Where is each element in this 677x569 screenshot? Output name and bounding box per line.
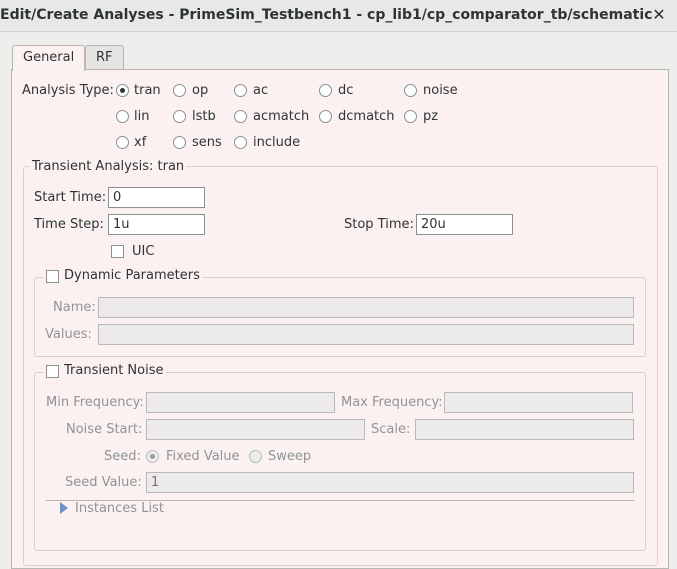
analysis-type-label: Analysis Type: xyxy=(22,83,114,98)
title-bar: Edit/Create Analyses - PrimeSim_Testbenc… xyxy=(0,0,677,32)
stop-time-label: Stop Time: xyxy=(344,217,414,232)
min-frequency-label: Min Frequency: xyxy=(46,395,144,410)
time-step-label: Time Step: xyxy=(34,217,104,232)
stop-time-input[interactable] xyxy=(416,214,513,235)
start-time-input[interactable] xyxy=(108,187,205,208)
radio-noise[interactable] xyxy=(404,84,417,97)
tab-general[interactable]: General xyxy=(12,45,86,71)
radio-sens[interactable] xyxy=(173,136,186,149)
seed-label: Seed: xyxy=(104,449,141,464)
dynamic-values-label: Values: xyxy=(45,327,92,342)
scale-input[interactable] xyxy=(415,419,634,440)
radio-op[interactable] xyxy=(173,84,186,97)
radio-include[interactable] xyxy=(234,136,247,149)
radio-pz-label: pz xyxy=(423,109,439,124)
seed-value-label: Seed Value: xyxy=(65,475,142,490)
uic-checkbox[interactable] xyxy=(111,245,124,258)
dynamic-name-input[interactable] xyxy=(98,297,634,318)
radio-acmatch[interactable] xyxy=(234,110,247,123)
seed-sweep-label: Sweep xyxy=(268,449,312,464)
radio-ac-label: ac xyxy=(253,83,269,98)
scale-label: Scale: xyxy=(371,422,411,437)
transient-noise-title: Transient Noise xyxy=(43,363,166,378)
dynamic-parameters-checkbox[interactable] xyxy=(46,270,59,283)
radio-xf[interactable] xyxy=(116,136,129,149)
radio-lstb[interactable] xyxy=(173,110,186,123)
seed-value-input[interactable] xyxy=(146,472,634,493)
dynamic-parameters-title: Dynamic Parameters xyxy=(43,268,202,283)
radio-xf-label: xf xyxy=(134,135,147,150)
radio-pz[interactable] xyxy=(404,110,417,123)
max-frequency-label: Max Frequency: xyxy=(341,395,443,410)
radio-noise-label: noise xyxy=(423,83,458,98)
radio-tran[interactable] xyxy=(116,84,129,97)
instances-list-label[interactable]: Instances List xyxy=(75,501,164,516)
seed-sweep-radio[interactable] xyxy=(249,450,262,463)
seed-fixed-radio[interactable] xyxy=(146,450,159,463)
radio-sens-label: sens xyxy=(192,135,222,150)
general-panel: Analysis Type: tran op ac dc noise lin l… xyxy=(11,69,669,569)
close-icon[interactable]: ✕ xyxy=(649,5,669,25)
radio-lin-label: lin xyxy=(134,109,150,124)
transient-noise-checkbox[interactable] xyxy=(46,365,59,378)
radio-ac[interactable] xyxy=(234,84,247,97)
tab-rf[interactable]: RF xyxy=(85,45,124,69)
noise-start-label: Noise Start: xyxy=(66,422,143,437)
dynamic-values-input[interactable] xyxy=(98,324,634,345)
radio-acmatch-label: acmatch xyxy=(253,109,310,124)
radio-dcmatch[interactable] xyxy=(319,110,332,123)
radio-op-label: op xyxy=(192,83,209,98)
radio-lstb-label: lstb xyxy=(192,109,216,124)
time-step-input[interactable] xyxy=(108,214,205,235)
transient-group-title: Transient Analysis: tran xyxy=(30,159,187,174)
radio-dc[interactable] xyxy=(319,84,332,97)
radio-lin[interactable] xyxy=(116,110,129,123)
max-frequency-input[interactable] xyxy=(444,392,633,413)
seed-fixed-label: Fixed Value xyxy=(166,449,240,464)
noise-start-input[interactable] xyxy=(146,419,365,440)
window-title: Edit/Create Analyses - PrimeSim_Testbenc… xyxy=(0,7,653,23)
radio-tran-label: tran xyxy=(134,83,161,98)
dynamic-name-label: Name: xyxy=(53,300,96,315)
uic-label: UIC xyxy=(132,244,155,259)
start-time-label: Start Time: xyxy=(34,190,107,205)
min-frequency-input[interactable] xyxy=(146,392,335,413)
radio-dcmatch-label: dcmatch xyxy=(338,109,395,124)
radio-dc-label: dc xyxy=(338,83,354,98)
expand-arrow-icon[interactable] xyxy=(60,502,68,514)
radio-include-label: include xyxy=(253,135,301,150)
